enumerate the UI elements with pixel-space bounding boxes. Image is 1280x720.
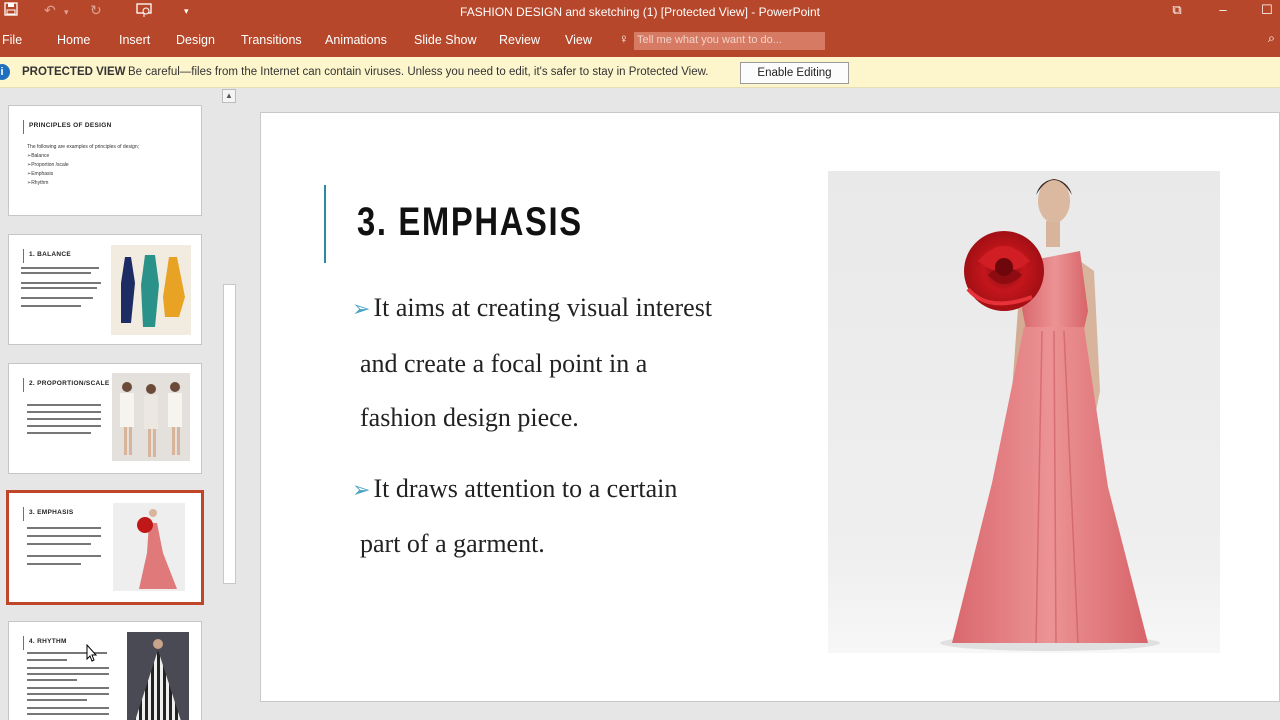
bullet-2-line-2[interactable]: part of a garment. [360, 529, 545, 559]
thumbnail-text-line [21, 305, 81, 307]
thumbnail-text-line [27, 527, 101, 529]
thumbnail-text-line [21, 282, 101, 284]
red-rose-gown-photo[interactable] [828, 171, 1220, 653]
thumbnail-text-line [27, 707, 109, 709]
tab-insert[interactable]: Insert [119, 33, 150, 47]
thumbnail-scrollbar[interactable]: ▲ [221, 88, 238, 720]
title-accent-bar [324, 185, 326, 263]
bullet-1[interactable]: ➢ It aims at creating visual interest [352, 293, 712, 323]
thumbnail-text-line [27, 713, 109, 715]
thumbnail-title: 3. EMPHASIS [29, 509, 74, 516]
maximize-icon[interactable]: ☐ [1252, 2, 1280, 18]
slide-thumbnail-2[interactable]: 1. BALANCE [8, 234, 202, 345]
thumbnail-text-line [21, 272, 91, 274]
thumbnail-text-line [27, 667, 109, 669]
tab-design[interactable]: Design [176, 33, 215, 47]
bullet-arrow-icon: ➢ [352, 296, 371, 321]
tab-animations[interactable]: Animations [325, 33, 387, 47]
thumbnail-text-line [27, 673, 109, 675]
thumbnail-text-line [27, 404, 101, 406]
slide-thumbnail-3[interactable]: 2. PROPORTION/SCALE [8, 363, 202, 474]
red-rose-gown-thumbnail [113, 503, 185, 591]
tab-home[interactable]: Home [57, 33, 90, 47]
protected-view-message: Be careful—files from the Internet can c… [128, 66, 709, 78]
thumbnail-text-line [21, 267, 99, 269]
tab-slide-show[interactable]: Slide Show [414, 33, 477, 47]
tab-view[interactable]: View [565, 33, 592, 47]
bullet-arrow-icon: ➢ [352, 477, 371, 502]
minimize-icon[interactable]: – [1208, 2, 1238, 17]
thumbnail-title: 4. RHYTHM [29, 638, 67, 645]
search-icon[interactable]: ⌕ [1268, 31, 1275, 46]
lightbulb-icon: ♀ [619, 31, 629, 46]
thumbnail-text-line [27, 679, 77, 681]
runway-models-image [112, 373, 190, 461]
slide-thumbnail-5[interactable]: 4. RHYTHM [8, 621, 202, 720]
protected-view-bar: i PROTECTED VIEW Be careful—files from t… [0, 57, 1280, 88]
tab-review[interactable]: Review [499, 33, 540, 47]
thumbnail-text-line [27, 555, 101, 557]
thumbnail-text-line [27, 659, 67, 661]
tell-me-input[interactable]: Tell me what you want to do... [634, 32, 825, 50]
bullet-1-line-2[interactable]: and create a focal point in a [360, 349, 647, 379]
info-icon: i [0, 64, 10, 80]
ribbon-tabs: File Home Insert Design Transitions Anim… [0, 25, 1280, 57]
slide-thumbnail-4[interactable]: 3. EMPHASIS [6, 490, 204, 605]
tab-transitions[interactable]: Transitions [241, 33, 302, 47]
thumbnail-text: ➢Balance [27, 153, 50, 159]
slide-thumbnail-1[interactable]: PRINCIPLES OF DESIGN The following are e… [8, 105, 202, 216]
scrollbar-thumb[interactable] [223, 284, 236, 584]
bullet-2[interactable]: ➢ It draws attention to a certain [352, 474, 677, 504]
bullet-1-line-1: It aims at creating visual interest [373, 293, 713, 322]
thumbnail-text: ➢Emphasis [27, 171, 54, 177]
bullet-1-line-3[interactable]: fashion design piece. [360, 403, 579, 433]
thumbnail-text-line [27, 411, 101, 413]
thumbnail-text-line [27, 687, 109, 689]
title-accent-bar [23, 120, 24, 134]
bullet-2-line-1: It draws attention to a certain [373, 474, 678, 503]
thumbnail-text-line [21, 297, 93, 299]
thumbnail-text-line [27, 535, 101, 537]
thumbnail-text: ➢Proportion /scale [27, 162, 69, 168]
ribbon-display-options-icon[interactable]: ⧉ [1162, 2, 1192, 18]
slide-title[interactable]: 3. EMPHASIS [357, 200, 583, 245]
thumbnail-text-line [27, 563, 81, 565]
thumbnail-text-line [27, 425, 101, 427]
thumbnail-text: ➢Rhythm [27, 180, 49, 186]
fashion-sketch-image [111, 245, 191, 335]
thumbnail-text-line [27, 543, 91, 545]
thumbnail-text-line [27, 693, 109, 695]
title-bar: ↶ ▾ ↻ ▾ FASHION DESIGN and sketching (1)… [0, 0, 1280, 25]
protected-view-label: PROTECTED VIEW [22, 66, 126, 78]
title-accent-bar [23, 378, 24, 392]
thumbnail-title: PRINCIPLES OF DESIGN [29, 122, 112, 129]
thumbnail-title: 1. BALANCE [29, 251, 72, 258]
enable-editing-button[interactable]: Enable Editing [740, 62, 849, 84]
thumbnail-text-line [27, 699, 87, 701]
thumbnail-title: 2. PROPORTION/SCALE [29, 380, 110, 387]
striped-gown-image [127, 632, 189, 720]
slide-thumbnail-pane: PRINCIPLES OF DESIGN The following are e… [0, 88, 240, 720]
window-title: FASHION DESIGN and sketching (1) [Protec… [460, 5, 820, 19]
thumbnail-text: The following are examples of principles… [27, 144, 140, 150]
mouse-cursor-icon [86, 644, 98, 662]
title-accent-bar [23, 249, 24, 263]
thumbnail-text-line [21, 287, 97, 289]
title-accent-bar [23, 636, 24, 650]
thumbnail-text-line [27, 418, 101, 420]
scroll-up-icon[interactable]: ▲ [222, 89, 236, 103]
thumbnail-text-line [27, 432, 91, 434]
tab-file[interactable]: File [2, 33, 22, 47]
title-accent-bar [23, 507, 24, 521]
